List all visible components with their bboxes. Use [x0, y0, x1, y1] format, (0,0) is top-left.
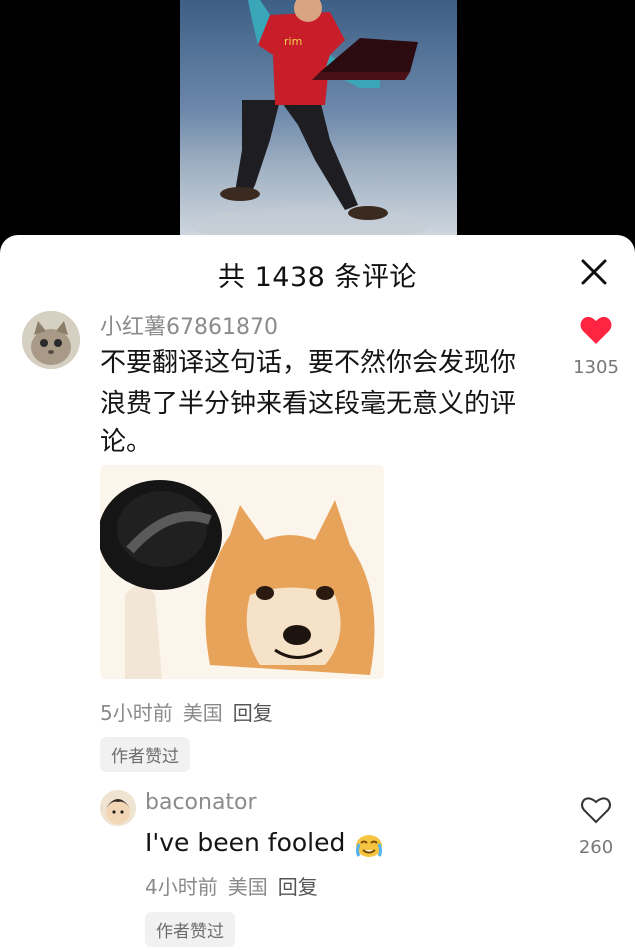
heart-outline-icon — [581, 797, 611, 824]
like-count: 1305 — [573, 357, 619, 378]
like-button[interactable]: 260 — [566, 795, 626, 865]
comment-location: 美国 — [227, 875, 268, 899]
comment-meta: 4小时前 美国 回复 — [145, 871, 328, 900]
crying-emoji-icon — [353, 828, 385, 858]
svg-text:rim: rim — [284, 35, 302, 48]
comment-username[interactable]: 小红薯67861870 — [100, 309, 278, 341]
author-liked-badge: 作者赞过 — [100, 737, 190, 772]
video-frame-image: rim — [180, 0, 457, 245]
comment-text-line: 浪费了半分钟来看这段毫无意义的评 — [100, 389, 517, 419]
author-liked-badge: 作者赞过 — [145, 912, 235, 947]
comment-text-line: 论。 — [100, 427, 153, 457]
comment-meta: 5小时前 美国 回复 — [100, 697, 283, 726]
video-area[interactable]: rim — [0, 0, 635, 260]
avatar[interactable] — [100, 790, 136, 826]
like-count: 260 — [578, 837, 614, 858]
comments-sheet: 共 1438 条评论 小红薯67861870 不要翻译这句话，要不然你会发现你 … — [0, 235, 635, 950]
comment-time: 5小时前 — [100, 701, 173, 725]
avatar[interactable] — [22, 311, 80, 369]
comments-count-title: 共 1438 条评论 — [218, 262, 417, 293]
comment-text-line: 不要翻译这句话，要不然你会发现你 — [100, 348, 517, 378]
reply-button[interactable]: 回复 — [278, 875, 318, 899]
like-button[interactable]: 1305 — [566, 315, 626, 385]
comment-username[interactable]: baconator — [145, 790, 257, 815]
comment-text-row: I've been fooled — [145, 825, 385, 861]
comment-time: 4小时前 — [145, 875, 218, 899]
doge-sticker-image[interactable] — [100, 465, 384, 679]
reply-button[interactable]: 回复 — [233, 701, 273, 725]
comment-location: 美国 — [182, 701, 223, 725]
comment-text: I've been fooled — [145, 828, 346, 857]
heart-filled-icon — [580, 316, 612, 344]
close-icon[interactable] — [579, 257, 609, 287]
